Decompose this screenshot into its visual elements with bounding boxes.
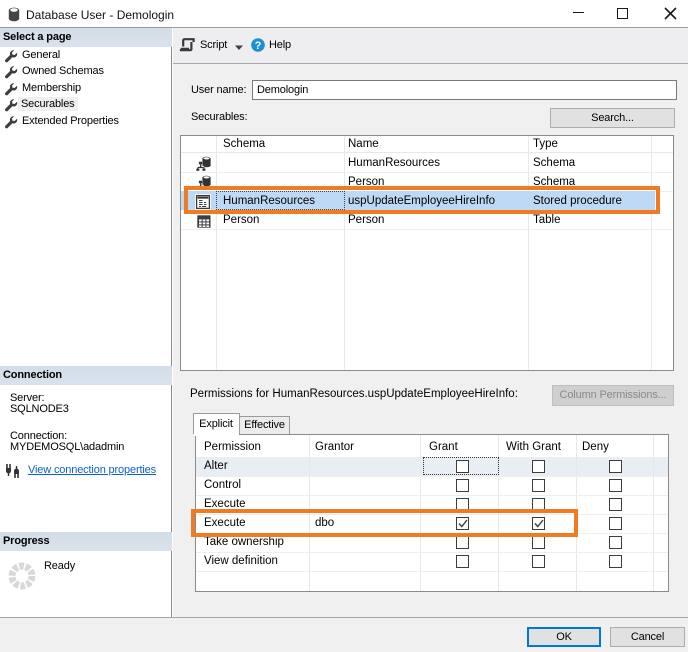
svg-text:?: ? <box>254 40 261 52</box>
